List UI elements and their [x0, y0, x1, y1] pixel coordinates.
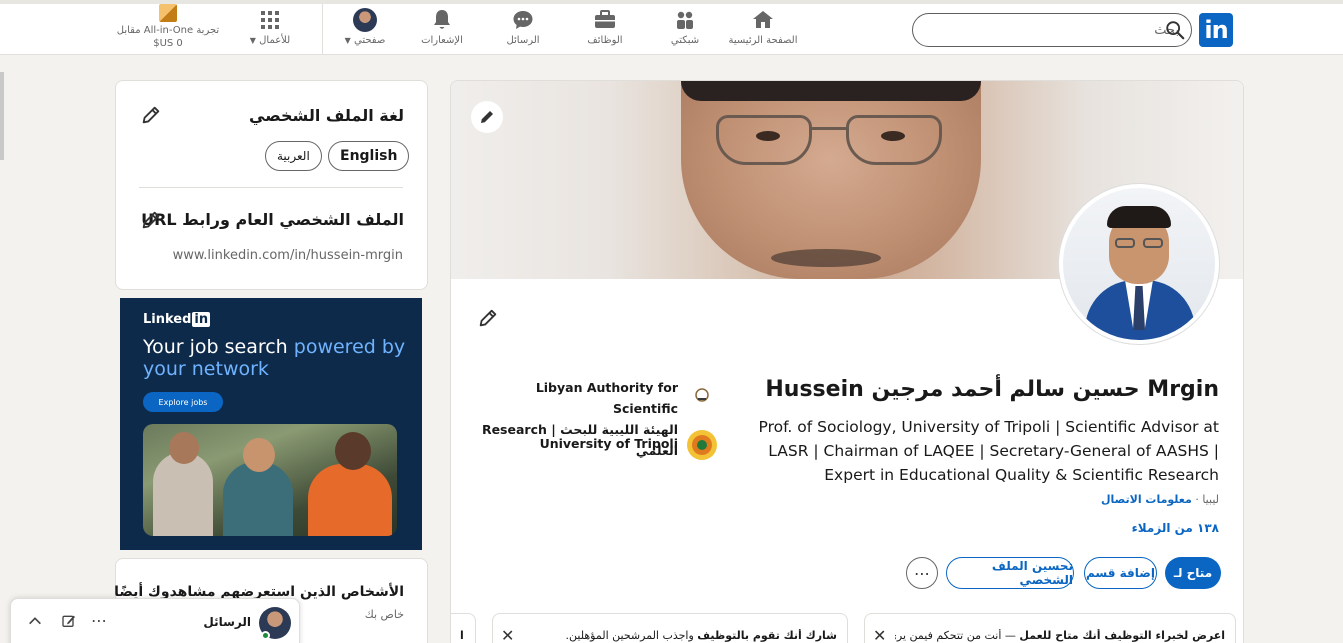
language-title: لغة الملف الشخصي [249, 106, 404, 125]
ad-photo [143, 424, 397, 536]
grid-icon [261, 11, 279, 29]
premium-icon [159, 4, 177, 22]
page-scrollbar[interactable] [0, 72, 4, 160]
pencil-icon [142, 211, 160, 229]
lasr-logo [693, 386, 711, 404]
nav-home[interactable]: الصفحة الرئيسية [728, 8, 798, 52]
profile-headline: Prof. of Sociology, University of Tripol… [758, 418, 1220, 484]
nav-messaging[interactable]: الرسائل [498, 8, 548, 52]
ellipsis-icon[interactable]: ⋯ [91, 611, 107, 630]
pencil-icon [479, 309, 497, 327]
bell-icon [434, 10, 450, 29]
nav-divider [322, 4, 323, 55]
viewers-sub: خاص بك [364, 608, 404, 621]
messaging-label: الرسائل [203, 615, 251, 629]
ad-linkedin-logo: Linked in [143, 312, 211, 327]
org-university[interactable]: University of Tripoli [491, 436, 678, 451]
url-title: الملف الشخصي العام ورابط URL [141, 210, 404, 229]
nav-business[interactable]: للأعمال ▼ [245, 8, 295, 52]
messaging-icon [513, 11, 533, 29]
me-avatar [353, 8, 377, 32]
search-icon [1164, 19, 1186, 41]
pencil-icon [142, 106, 160, 124]
briefcase-icon [595, 10, 615, 28]
pencil-icon [481, 111, 493, 123]
university-logo [685, 428, 719, 462]
open-to-work-card[interactable]: اعرض لخبراء التوظيف أنك متاح للعمل — أنت… [864, 613, 1236, 643]
messaging-bar[interactable]: الرسائل ⋯ [10, 598, 300, 643]
compose-icon[interactable] [61, 613, 77, 633]
nav-me[interactable]: صفحتي ▼ [340, 8, 390, 52]
edit-url-button[interactable] [140, 209, 162, 235]
add-section-button[interactable]: إضافة قسم [1084, 557, 1157, 589]
home-icon [753, 11, 773, 28]
more-actions-button[interactable]: ⋯ [906, 557, 938, 589]
nav-network[interactable]: شبكتي [660, 8, 710, 52]
premium-offer[interactable]: تجربة All-in-One مقابل 0 US$ [112, 4, 224, 54]
section-divider [139, 187, 403, 188]
explore-jobs-button[interactable]: Explore jobs [143, 392, 223, 412]
network-icon [677, 11, 693, 29]
nav-notifications[interactable]: الإشعارات [412, 8, 472, 52]
edit-banner-button[interactable] [471, 101, 503, 133]
chevron-down-icon: ▼ [344, 36, 351, 45]
profile-photo[interactable] [1059, 184, 1219, 344]
linkedin-logo[interactable]: in [1199, 13, 1233, 47]
profile-card: Hussein حسين سالم أحمد مرجين Mrgin Prof.… [450, 80, 1244, 643]
job-search-ad[interactable]: Linked in Your job search powered by your… [120, 298, 422, 550]
partial-card[interactable]: ا [451, 613, 476, 643]
open-to-button[interactable]: متاح لـ [1165, 557, 1221, 589]
ad-headline: Your job search powered by your network [143, 336, 406, 380]
nav-jobs[interactable]: الوظائف [580, 8, 630, 52]
language-arabic-pill[interactable]: العربية [265, 141, 322, 171]
chevron-up-icon[interactable] [27, 613, 43, 633]
improve-profile-button[interactable]: تحسين الملف الشخصي [946, 557, 1074, 589]
chevron-down-icon: ▼ [249, 36, 256, 45]
connections-link[interactable]: ١٣٨ من الزملاء [1051, 521, 1219, 535]
hiring-card[interactable]: شارك أنك تقوم بالتوظيف واجذب المرشحين ال… [492, 613, 848, 643]
location-line: ليبيا · معلومات الاتصال [1100, 493, 1219, 506]
contact-info-link[interactable]: معلومات الاتصال [1101, 493, 1192, 506]
profile-name: Hussein حسين سالم أحمد مرجين Mrgin [765, 377, 1219, 402]
edit-language-button[interactable] [140, 104, 162, 130]
ellipsis-icon: ⋯ [914, 563, 930, 583]
search-input[interactable]: بحث [912, 13, 1192, 47]
close-icon[interactable]: ✕ [501, 626, 514, 643]
close-icon[interactable]: ✕ [873, 626, 886, 643]
language-english-pill[interactable]: English [328, 141, 410, 171]
edit-intro-button[interactable] [477, 307, 499, 333]
profile-url[interactable]: www.linkedin.com/in/hussein-mrgin [140, 248, 403, 263]
online-status-badge [261, 631, 270, 640]
